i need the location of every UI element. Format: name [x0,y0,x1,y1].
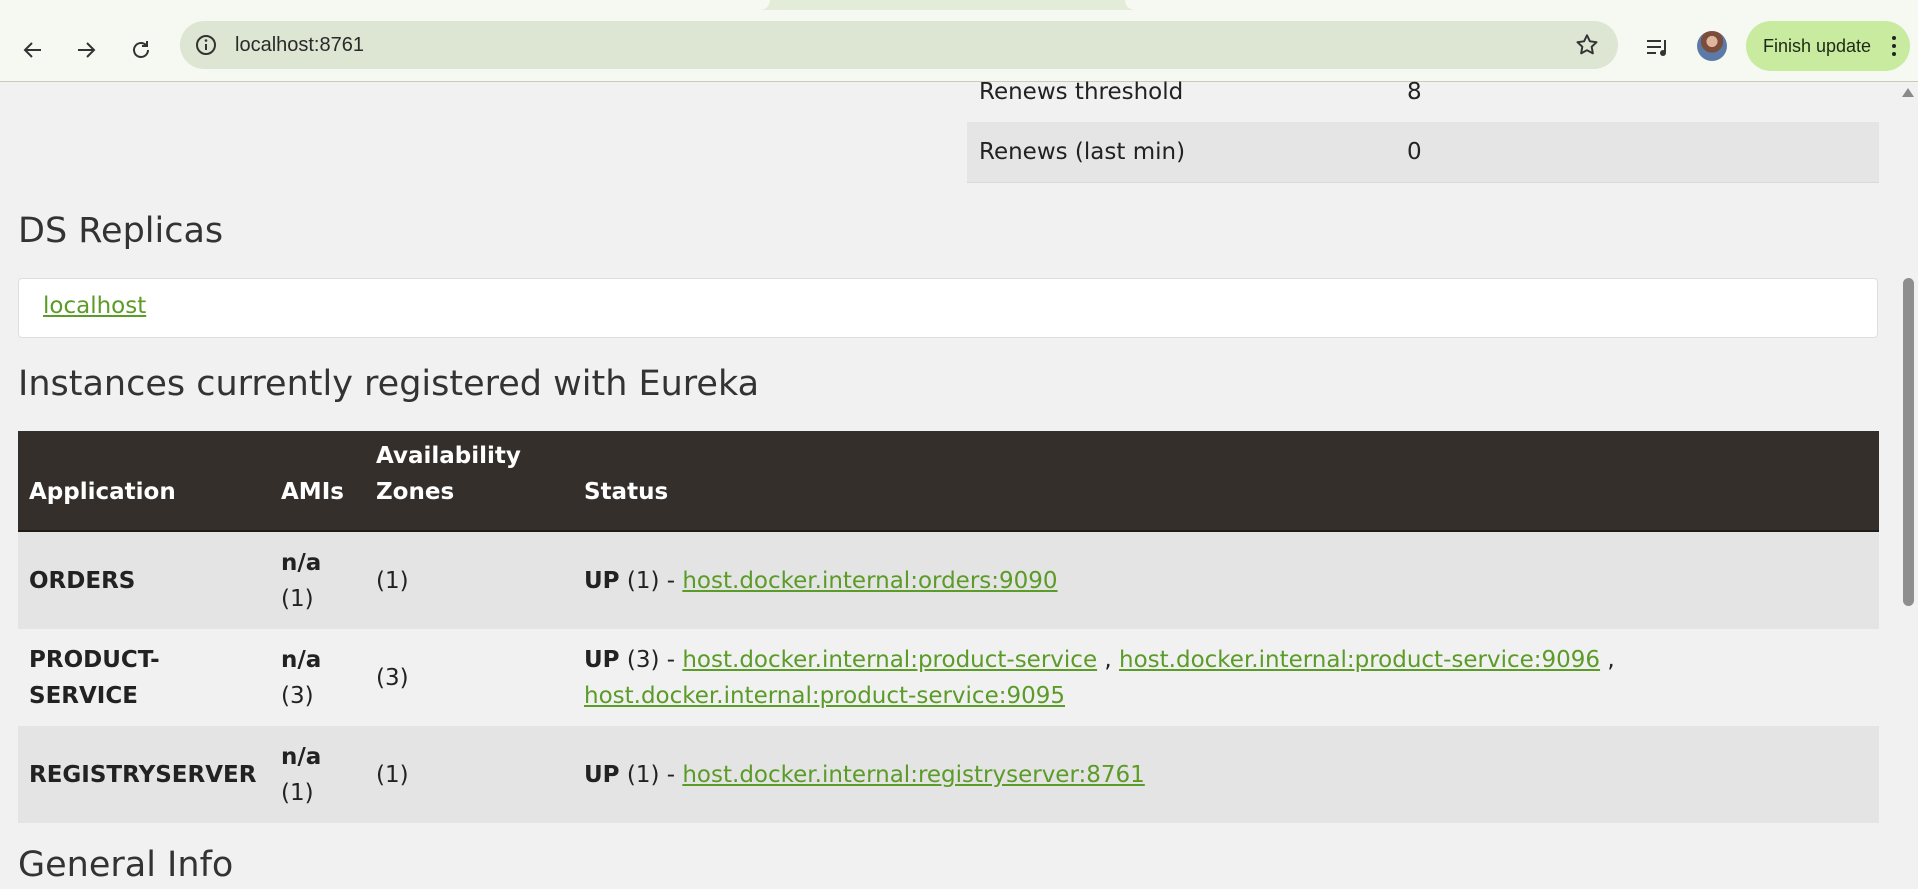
zones-header-line1: Availability [376,443,521,469]
tab-strip [0,0,1918,10]
general-info-heading: General Info [18,845,234,885]
bookmark-star-icon[interactable] [1574,32,1600,58]
back-arrow-icon [23,42,41,58]
col-amis: AMIs [270,431,365,532]
link-separator: , [1097,646,1120,673]
replica-link[interactable]: localhost [43,293,146,319]
status-up: UP [584,646,620,673]
table-row: REGISTRYSERVER n/a (1) (1) UP (1) - host.… [18,726,1879,823]
inactive-tab[interactable] [1125,0,1918,10]
table-row: PRODUCT- SERVICE n/a (3) (3) UP (3) - host… [18,629,1879,726]
instances-header-row: Application AMIs Availability Zones Statu… [18,431,1879,532]
instance-link[interactable]: host.docker.internal:product-service:909… [1119,647,1600,673]
active-tab[interactable] [0,0,770,10]
app-name: REGISTRYSERVER [18,726,270,823]
amis-count: (1) [281,585,314,612]
instance-link[interactable]: host.docker.internal:product-service [682,647,1097,673]
app-name: PRODUCT- SERVICE [18,629,270,726]
status-cell: UP (3) - host.docker.internal:product-se… [573,629,1879,726]
instance-link[interactable]: host.docker.internal:registryserver:8761 [682,762,1144,788]
reload-button[interactable] [121,30,161,70]
ds-replicas-heading: DS Replicas [18,211,224,251]
app-name-line1: PRODUCT- [29,646,160,673]
info-icon[interactable] [194,33,218,57]
instance-link[interactable]: host.docker.internal:orders:9090 [682,568,1057,594]
col-application: Application [18,431,270,532]
renews-row: Renews (last min) 0 [967,122,1879,183]
status-up: UP [584,567,620,594]
renews-value: 0 [1392,122,1879,183]
status-up: UP [584,761,620,788]
forward-button[interactable] [66,30,106,70]
renews-value: 8 [1407,79,1422,105]
link-separator: , [1600,646,1622,673]
status-count: (1) - [619,567,683,594]
amis-cell: n/a (1) [270,726,365,823]
profile-avatar[interactable] [1697,31,1727,61]
status-count: (3) - [619,646,683,673]
back-button[interactable] [13,30,53,70]
zones-cell: (3) [365,629,573,726]
amis-value: n/a [281,549,322,576]
amis-value: n/a [281,646,322,673]
zones-cell: (1) [365,726,573,823]
renews-label: Renews (last min) [967,122,1392,183]
col-availability-zones: Availability Zones [365,431,573,532]
scroll-up-arrow-icon[interactable] [1902,88,1914,97]
instances-heading: Instances currently registered with Eure… [18,364,760,404]
reload-icon [133,41,149,58]
app-name: ORDERS [18,531,270,629]
url-text[interactable]: localhost:8761 [235,21,364,69]
table-row: ORDERS n/a (1) (1) UP (1) - host.docker.i… [18,531,1879,629]
status-count: (1) - [619,761,683,788]
status-cell: UP (1) - host.docker.internal:registryse… [573,726,1879,823]
amis-cell: n/a (3) [270,629,365,726]
zones-cell: (1) [365,531,573,629]
forward-arrow-icon [78,42,96,58]
ds-replicas-box: localhost [18,278,1878,338]
renews-row: Renews threshold 8 [967,62,1879,122]
app-name-line2: SERVICE [29,682,138,709]
amis-count: (1) [281,779,314,806]
scrollbar-thumb[interactable] [1903,278,1914,606]
instance-link[interactable]: host.docker.internal:product-service:909… [584,683,1065,709]
amis-cell: n/a (1) [270,531,365,629]
renews-table: Renews threshold 8 Renews (last min) 0 [967,62,1879,183]
media-queue-icon[interactable] [1645,37,1671,59]
instances-table: Application AMIs Availability Zones Statu… [18,431,1879,823]
amis-value: n/a [281,743,322,770]
zones-header-line2: Zones [376,479,455,505]
amis-count: (3) [281,682,314,709]
renews-label: Renews threshold [979,79,1184,105]
more-vert-icon[interactable] [1892,36,1896,60]
col-status: Status [573,431,1879,532]
status-cell: UP (1) - host.docker.internal:orders:909… [573,531,1879,629]
